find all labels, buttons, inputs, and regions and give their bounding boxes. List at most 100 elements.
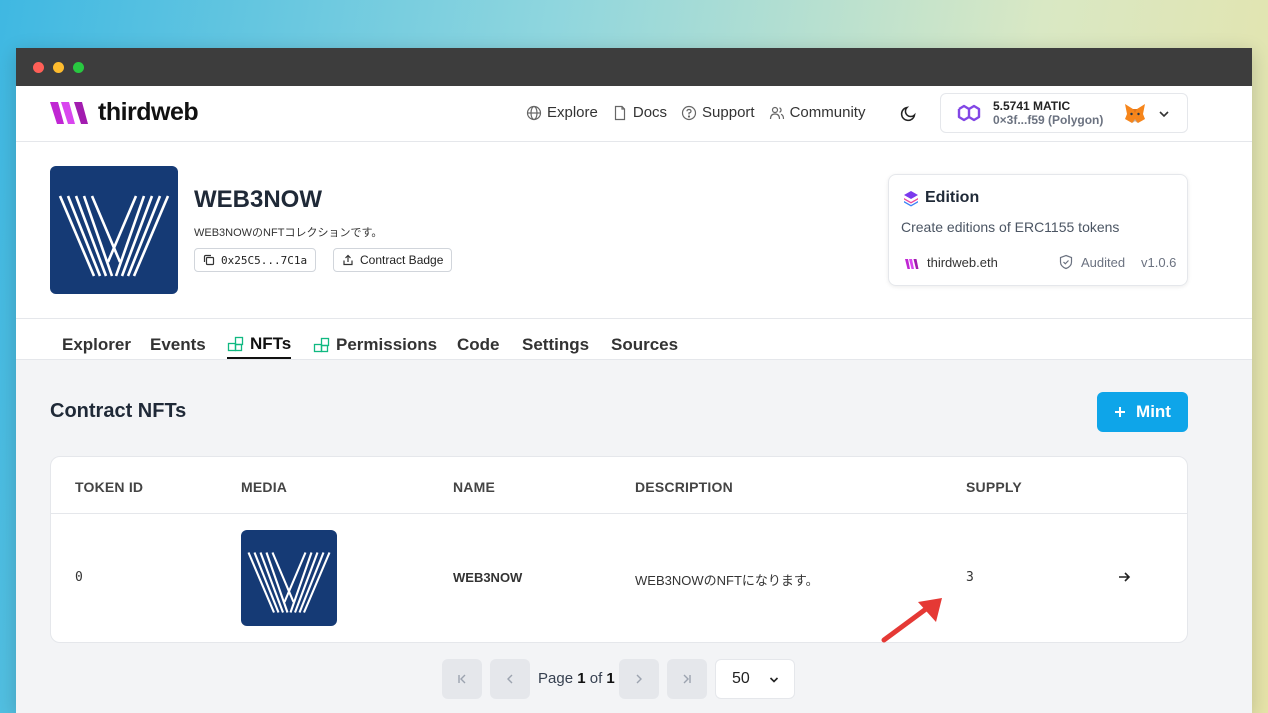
edition-card[interactable]: Edition Create editions of ERC1155 token… (888, 174, 1188, 286)
wallet-button[interactable]: 5.5741 MATIC 0×3f...f59 (Polygon) (940, 93, 1188, 133)
copy-address-button[interactable]: 0x25C5...7C1a (194, 248, 317, 272)
token-id-cell: 0 (75, 570, 83, 585)
tab-permissions[interactable]: Permissions (313, 331, 437, 359)
wallet-balance: 5.5741 MATIC (993, 99, 1071, 113)
annotation-arrow-icon (881, 598, 942, 643)
chevron-right-icon (636, 674, 642, 684)
nft-table: TOKEN ID MEDIA NAME DESCRIPTION SUPPLY 0 (50, 456, 1188, 643)
column-header: NAME (453, 479, 496, 495)
arrow-right-icon[interactable] (1117, 570, 1131, 584)
close-window-button[interactable] (33, 62, 44, 73)
tab-label: Explorer (62, 335, 131, 354)
mint-button[interactable]: Mint (1097, 392, 1188, 432)
contract-badge-button[interactable]: Contract Badge (333, 248, 453, 272)
column-header: TOKEN ID (75, 479, 144, 495)
tab-events[interactable]: Events (150, 331, 206, 359)
metamask-fox-icon (1125, 104, 1145, 123)
column-header: DESCRIPTION (635, 479, 733, 495)
copy-icon (203, 254, 215, 266)
edition-version: v1.0.6 (1141, 255, 1177, 270)
page-size-select[interactable]: 50 (715, 659, 795, 699)
browser-window: thirdweb Explore Docs Support Community (16, 48, 1252, 713)
page-indicator: Page 1 of 1 (538, 670, 615, 687)
wallet-address: 0×3f...f59 (Polygon) (993, 113, 1104, 127)
contract-header: WEB3NOW WEB3NOWのNFTコレクションです。 0x25C5...7C… (16, 142, 1252, 319)
minimize-window-button[interactable] (53, 62, 64, 73)
tab-label: Permissions (336, 335, 438, 354)
contract-title: WEB3NOW (194, 186, 322, 213)
moon-icon[interactable] (900, 104, 918, 122)
nfts-content: Contract NFTs Mint TOKEN ID MEDIA NAME D… (16, 360, 1252, 713)
grid-icon (227, 336, 244, 351)
tab-label: NFTs (250, 334, 292, 353)
help-circle-icon (681, 105, 697, 120)
nav-link-label: Explore (547, 104, 598, 121)
tab-label: Settings (522, 335, 590, 354)
chevron-left-icon (507, 674, 513, 684)
nav-link-docs[interactable]: Docs (612, 104, 667, 121)
shield-check-icon (1059, 254, 1073, 270)
maximize-window-button[interactable] (73, 62, 84, 73)
total-pages: 1 (606, 670, 615, 687)
previous-page-button[interactable] (490, 659, 530, 699)
tab-explorer[interactable]: Explorer (62, 331, 131, 359)
table-row[interactable]: 0 WEB3NOW WEB3NOWのNFTになります。 3 (51, 514, 1187, 642)
nav-link-explore[interactable]: Explore (526, 104, 598, 121)
chevron-down-icon (769, 677, 779, 683)
nav-link-community[interactable]: Community (769, 104, 866, 121)
page-of-label: of (589, 670, 603, 687)
chevrons-last-icon (683, 674, 691, 684)
contract-address: 0x25C5...7C1a (221, 253, 308, 267)
window-titlebar (16, 48, 1252, 86)
brand-name: thirdweb (98, 98, 199, 126)
page-title: Contract NFTs (50, 400, 187, 422)
nav-link-label: Support (702, 104, 755, 121)
chevron-down-icon (1159, 111, 1169, 118)
nav-link-support[interactable]: Support (681, 104, 755, 121)
polygon-icon (957, 104, 981, 122)
nft-media-thumbnail (241, 530, 337, 626)
page-prefix: Page (538, 670, 574, 687)
contract-description: WEB3NOWのNFTコレクションです。 (194, 227, 383, 239)
users-icon (769, 106, 784, 119)
thirdweb-logo-icon (50, 101, 88, 124)
share-icon (343, 254, 353, 266)
tab-label: Sources (611, 335, 679, 354)
tab-label: Code (457, 335, 500, 354)
supply-cell: 3 (966, 570, 974, 585)
plus-icon (1115, 407, 1126, 417)
edition-title: Edition (925, 189, 980, 206)
audited-label: Audited (1081, 255, 1126, 270)
tab-code[interactable]: Code (457, 331, 500, 359)
edition-description: Create editions of ERC1155 tokens (901, 219, 1120, 235)
nav-link-label: Community (789, 104, 866, 121)
description-cell: WEB3NOWのNFTになります。 (635, 573, 819, 588)
column-header: SUPPLY (966, 479, 1022, 495)
next-page-button[interactable] (619, 659, 659, 699)
layers-icon (904, 191, 918, 207)
current-page: 1 (577, 670, 586, 687)
table-header: TOKEN ID MEDIA NAME DESCRIPTION SUPPLY (51, 457, 1187, 514)
contract-image (50, 166, 178, 294)
web3now-logo-image (58, 195, 170, 277)
first-page-button[interactable] (442, 659, 482, 699)
tab-label: Events (150, 335, 206, 354)
name-cell: WEB3NOW (453, 570, 523, 585)
nav-link-label: Docs (632, 104, 668, 121)
contract-badge-label: Contract Badge (360, 253, 444, 267)
thirdweb-mini-icon (905, 259, 919, 269)
tab-settings[interactable]: Settings (522, 331, 589, 359)
document-icon (614, 105, 625, 120)
last-page-button[interactable] (667, 659, 707, 699)
edition-author[interactable]: thirdweb.eth (927, 255, 998, 270)
web3now-logo-image (247, 552, 331, 613)
nav-links: Explore Docs Support Community (526, 104, 865, 121)
grid-icon (313, 337, 330, 352)
mint-button-label: Mint (1136, 402, 1171, 421)
chevrons-first-icon (458, 674, 466, 684)
thirdweb-logo[interactable]: thirdweb (50, 98, 199, 127)
contract-tabs: Explorer Events NFTs Permissions Code Se… (16, 319, 1252, 360)
tab-sources[interactable]: Sources (611, 331, 678, 359)
tab-nfts[interactable]: NFTs (227, 331, 292, 359)
page-size-value: 50 (732, 670, 750, 687)
